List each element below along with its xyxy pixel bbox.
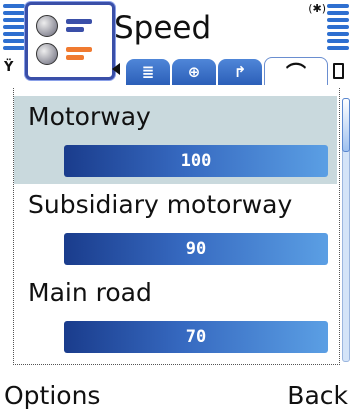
list-icon: ≣: [141, 63, 155, 81]
tab-scroll-left-icon[interactable]: [112, 63, 120, 75]
tab-map[interactable]: ⊕: [172, 59, 216, 85]
bluetooth-icon: (✱): [308, 2, 326, 15]
speed-bar[interactable]: 90: [64, 233, 328, 265]
tab-route[interactable]: ↱: [218, 59, 262, 85]
speed-value: 70: [185, 327, 207, 347]
app-settings-icon: [25, 2, 115, 80]
options-softkey[interactable]: Options: [4, 381, 100, 410]
speed-bar[interactable]: 100: [64, 145, 328, 177]
route-arrow-icon: ↱: [233, 63, 247, 81]
globe-icon: ⊕: [187, 63, 201, 81]
list-item-motorway[interactable]: Motorway 100: [14, 96, 337, 184]
speed-value: 100: [180, 151, 212, 171]
item-label: Main road: [28, 278, 152, 307]
tab-list[interactable]: ≣: [126, 59, 170, 85]
status-pane: Ÿ (✱) Speed ≣ ⊕ ↱ ⌒: [0, 0, 352, 88]
tab-bar: ≣ ⊕ ↱ ⌒: [112, 55, 336, 87]
antenna-icon: Ÿ: [4, 60, 14, 75]
speed-value: 90: [185, 239, 207, 259]
speed-bar[interactable]: 70: [64, 321, 328, 353]
page-title: Speed: [114, 10, 212, 46]
tab-speed[interactable]: ⌒: [264, 57, 328, 85]
item-label: Subsidiary motorway: [28, 190, 293, 219]
back-softkey[interactable]: Back: [287, 381, 348, 410]
item-label: Motorway: [28, 102, 151, 131]
signal-strength-bars: [3, 4, 25, 53]
speedometer-icon: ⌒: [286, 61, 306, 85]
list-item-main-road[interactable]: Main road 70: [14, 272, 337, 360]
battery-level-bars: [327, 4, 349, 53]
scrollbar-thumb[interactable]: [342, 98, 350, 152]
softkey-bar: Options Back: [0, 376, 352, 416]
list-item-subsidiary-motorway[interactable]: Subsidiary motorway 90: [14, 184, 337, 272]
